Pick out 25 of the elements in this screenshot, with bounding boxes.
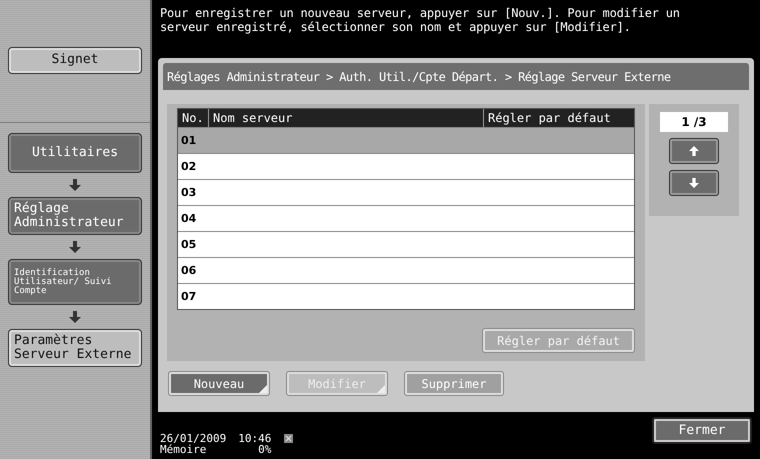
breadcrumb-step[interactable]: Utilitaires — [8, 133, 142, 173]
page-up-button[interactable] — [669, 138, 719, 164]
breadcrumb-step[interactable]: Identification Utilisateur/ Suivi Compte — [8, 259, 142, 305]
breadcrumb-step[interactable]: Réglage Administrateur — [8, 197, 142, 235]
down-arrow-icon — [69, 241, 81, 253]
down-arrow-icon — [689, 177, 699, 189]
action-button[interactable]: Nouveau — [168, 371, 270, 396]
breadcrumb-step[interactable]: Paramètres Serveur Externe — [8, 329, 142, 367]
up-arrow-icon — [689, 145, 699, 157]
page-indicator: 1 /3 — [660, 112, 728, 132]
memory-label: Mémoire — [160, 444, 206, 456]
server-row[interactable]: 01 — [178, 127, 634, 153]
instruction-message: Pour enregistrer un nouveau serveur, appuyer sur [Nouv.]. Pour modifier un serveur enregistré, sélectionner son nom et appuyer sur [Modifier]. — [159, 5, 681, 36]
status-date: 26/01/2009 — [160, 432, 226, 444]
page-down-button[interactable] — [669, 170, 719, 196]
close-button[interactable]: Fermer — [652, 417, 752, 444]
down-arrow-icon — [69, 179, 81, 191]
status-time: 10:46 — [238, 432, 272, 444]
corner-triangle-icon — [259, 385, 267, 393]
memory-value: 0% — [257, 444, 272, 456]
bookmark-button[interactable]: Signet — [8, 47, 142, 74]
down-arrow-icon — [69, 311, 81, 323]
panel-title: Réglages Administrateur > Auth. Util./Cpte Départ. > Réglage Serveur Externe — [163, 63, 749, 90]
column-header: No. — [181, 110, 205, 127]
corner-triangle-icon — [377, 385, 385, 393]
